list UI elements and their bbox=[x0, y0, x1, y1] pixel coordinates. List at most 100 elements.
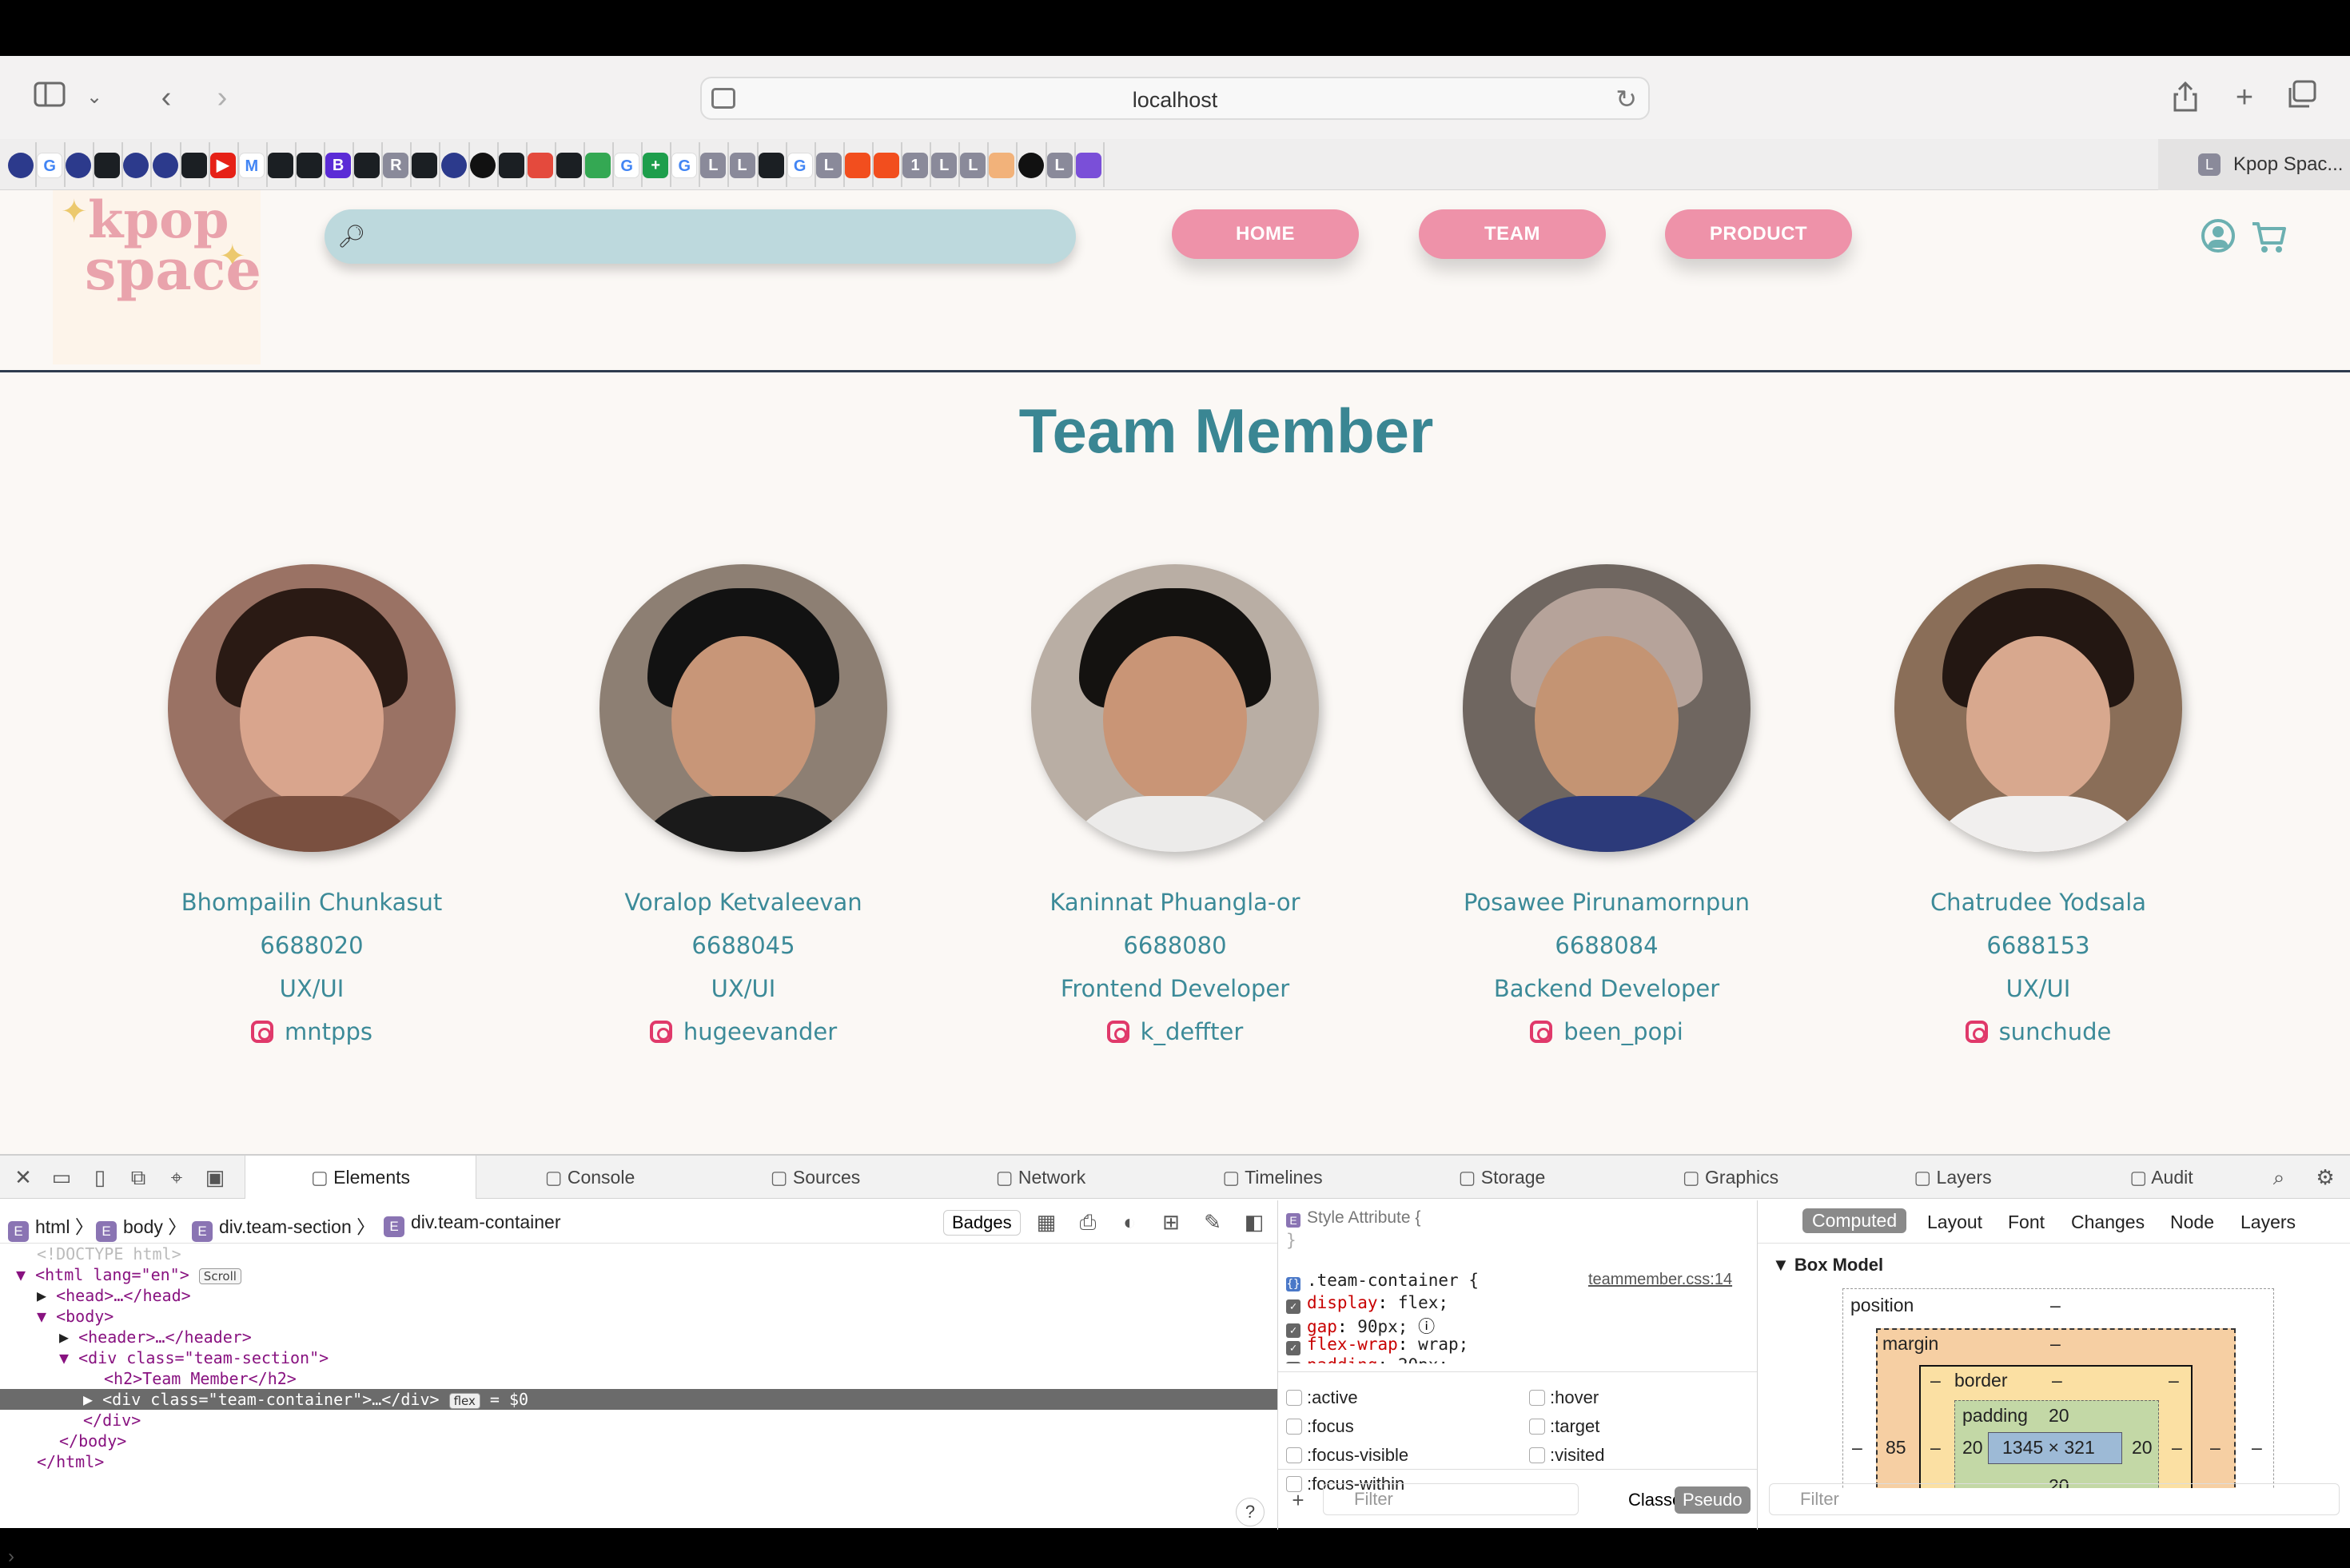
settings-gear-icon[interactable]: ⚙ bbox=[2315, 1167, 2336, 1188]
inspector-tab-graphics[interactable]: ▢ Graphics bbox=[1613, 1156, 1848, 1199]
brush-icon[interactable]: ✎ bbox=[1202, 1212, 1223, 1232]
active-tab[interactable]: L Kpop Spac... bbox=[2158, 139, 2350, 190]
color-scheme-icon[interactable]: ◐ bbox=[1119, 1212, 1140, 1232]
pseudo-active-checkbox[interactable]: :active bbox=[1286, 1387, 1358, 1408]
favorite-openai-icon[interactable] bbox=[469, 153, 496, 178]
css-prop-padding[interactable]: ✓padding: 20px; bbox=[1286, 1355, 1448, 1363]
favorite-l-app-icon[interactable]: L bbox=[729, 153, 755, 178]
new-tab-icon[interactable]: + bbox=[2227, 80, 2262, 115]
favorite-one-app-icon[interactable]: 1 bbox=[902, 153, 929, 178]
favorite-crown-icon[interactable] bbox=[1018, 153, 1044, 178]
detach-window-icon[interactable]: ⧉ bbox=[128, 1167, 149, 1188]
details-sidebar-icon[interactable]: ◧ bbox=[1244, 1212, 1265, 1232]
add-rule-icon[interactable]: + bbox=[1288, 1490, 1308, 1510]
inspector-tab-audit[interactable]: ▢ Audit bbox=[2057, 1156, 2265, 1199]
tab-layers[interactable]: Layers bbox=[2240, 1212, 2296, 1233]
pseudo-visited-checkbox[interactable]: :visited bbox=[1529, 1445, 1604, 1466]
inspector-tab-elements[interactable]: ▢ Elements bbox=[245, 1156, 476, 1199]
favorite-l-app-icon[interactable]: L bbox=[1046, 153, 1073, 178]
help-button[interactable]: ? bbox=[1236, 1498, 1265, 1526]
pseudo-hover-checkbox[interactable]: :hover bbox=[1529, 1387, 1599, 1408]
favorite-google-icon[interactable]: G bbox=[614, 153, 640, 178]
chevron-down-icon[interactable]: ⌄ bbox=[77, 80, 112, 115]
tab-overview-icon[interactable] bbox=[2284, 80, 2320, 115]
favorite-github-icon[interactable] bbox=[94, 153, 121, 178]
grid-overlay-icon[interactable]: ⊞ bbox=[1161, 1212, 1181, 1232]
nav-team-button[interactable]: TEAM bbox=[1419, 209, 1606, 259]
sidebar-toggle-icon[interactable] bbox=[32, 80, 67, 115]
favorite-l-app-icon[interactable]: L bbox=[960, 153, 986, 178]
tab-node[interactable]: Node bbox=[2170, 1212, 2214, 1233]
inspector-tab-sources[interactable]: ▢ Sources bbox=[703, 1156, 927, 1199]
badges-button[interactable]: Badges bbox=[943, 1210, 1021, 1236]
favorite-doc-icon[interactable] bbox=[989, 153, 1015, 178]
favorite-github-icon[interactable] bbox=[297, 153, 322, 178]
styles-filter-input[interactable]: Filter bbox=[1323, 1483, 1579, 1515]
cart-icon[interactable] bbox=[2251, 219, 2288, 256]
css-prop-display[interactable]: ✓ display: flex; bbox=[1286, 1293, 1448, 1314]
dom-header-node[interactable]: ▶ <header>…</header> bbox=[59, 1327, 252, 1347]
pseudo-focus-checkbox[interactable]: :focus bbox=[1286, 1416, 1354, 1437]
pseudo-target-checkbox[interactable]: :target bbox=[1529, 1416, 1599, 1437]
style-attribute-rule[interactable]: E Style Attribute { bbox=[1286, 1208, 1420, 1228]
address-bar[interactable]: localhost ↻ bbox=[700, 77, 1650, 120]
nav-product-button[interactable]: PRODUCT bbox=[1665, 209, 1852, 259]
css-prop-flex-wrap[interactable]: ✓ flex-wrap: wrap; bbox=[1286, 1335, 1468, 1355]
inspector-tab-console[interactable]: ▢ Console bbox=[476, 1156, 703, 1199]
tab-layout[interactable]: Layout bbox=[1927, 1212, 1982, 1233]
element-picker-icon[interactable]: ⌖ bbox=[166, 1167, 187, 1188]
breadcrumb-body[interactable]: Ebody 〉 bbox=[96, 1212, 186, 1242]
team-container-selector[interactable]: {} .team-container { bbox=[1286, 1271, 1479, 1291]
device-icon[interactable]: ▣ bbox=[205, 1167, 225, 1188]
favorite-youtube-icon[interactable]: ▶ bbox=[209, 153, 236, 178]
computed-filter-input[interactable]: Filter bbox=[1769, 1483, 2340, 1515]
dom-doctype[interactable]: <!DOCTYPE html> bbox=[37, 1244, 181, 1264]
search-input[interactable]: 🔎︎ bbox=[325, 209, 1076, 264]
member-instagram-link[interactable]: k_deffter bbox=[967, 1010, 1383, 1053]
favorite-github-icon[interactable] bbox=[181, 153, 207, 178]
search-icon[interactable]: ⌕ bbox=[2268, 1167, 2289, 1188]
pseudo-focus-visible-checkbox[interactable]: :focus-visible bbox=[1286, 1445, 1408, 1466]
dock-bottom-icon[interactable]: ▭ bbox=[51, 1167, 72, 1188]
favorite-emblem-icon[interactable] bbox=[440, 153, 467, 178]
breadcrumb-team-section[interactable]: Ediv.team-section 〉 bbox=[192, 1212, 375, 1242]
inspector-tab-timelines[interactable]: ▢ Timelines bbox=[1154, 1156, 1391, 1199]
tab-font[interactable]: Font bbox=[2008, 1212, 2045, 1233]
print-icon[interactable]: ⎙ bbox=[1077, 1212, 1098, 1232]
breadcrumb-team-container[interactable]: Ediv.team-container bbox=[384, 1212, 561, 1237]
inspector-tab-layers[interactable]: ▢ Layers bbox=[1848, 1156, 2057, 1199]
favorite-github-icon[interactable] bbox=[267, 153, 293, 178]
favorite-cloud-icon[interactable] bbox=[527, 153, 553, 178]
console-prompt-icon[interactable]: › bbox=[8, 1546, 14, 1568]
favorite-emblem-icon[interactable] bbox=[123, 153, 149, 178]
favorite-r-app-icon[interactable]: R bbox=[383, 153, 409, 178]
layout-grid-icon[interactable]: ▦ bbox=[1036, 1212, 1057, 1232]
favorite-google-icon[interactable]: G bbox=[37, 153, 63, 178]
user-account-icon[interactable] bbox=[2201, 219, 2235, 253]
favorite-github-icon[interactable] bbox=[354, 153, 380, 178]
info-icon[interactable]: ⓘ bbox=[1418, 1317, 1435, 1336]
dom-head-node[interactable]: ▶ <head>…</head> bbox=[37, 1285, 191, 1306]
dock-side-icon[interactable]: ▯ bbox=[90, 1167, 110, 1188]
favorite-drive-icon[interactable] bbox=[585, 153, 611, 178]
favorite-notion-icon[interactable] bbox=[412, 153, 438, 178]
favorite-sheets-icon[interactable]: + bbox=[643, 153, 669, 178]
member-instagram-link[interactable]: sunchude bbox=[1830, 1010, 2246, 1053]
share-icon[interactable] bbox=[2168, 80, 2203, 115]
close-inspector-icon[interactable]: ✕ bbox=[13, 1167, 34, 1188]
member-instagram-link[interactable]: hugeevander bbox=[536, 1010, 951, 1053]
breadcrumb-html[interactable]: Ehtml 〉 bbox=[8, 1212, 94, 1242]
favorite-gmail-icon[interactable]: M bbox=[238, 153, 265, 178]
favorite-emblem-icon[interactable] bbox=[66, 153, 92, 178]
favorite-figma-icon[interactable] bbox=[874, 153, 899, 178]
favorite-github-icon[interactable] bbox=[498, 153, 524, 178]
dom-h2-node[interactable]: <h2>Team Member</h2> bbox=[104, 1368, 297, 1389]
site-logo[interactable]: ✦ ✦ kpop space bbox=[53, 190, 261, 364]
nav-home-button[interactable]: HOME bbox=[1172, 209, 1359, 259]
favorite-l-app-icon[interactable]: L bbox=[931, 153, 958, 178]
dom-team-section-node[interactable]: ▼ <div class="team-section"> bbox=[59, 1347, 329, 1368]
inspector-tab-storage[interactable]: ▢ Storage bbox=[1391, 1156, 1613, 1199]
back-arrow-icon[interactable]: ‹ bbox=[149, 80, 184, 115]
dom-body-node[interactable]: ▼ <body> bbox=[37, 1306, 114, 1327]
member-instagram-link[interactable]: been_popi bbox=[1399, 1010, 1814, 1053]
